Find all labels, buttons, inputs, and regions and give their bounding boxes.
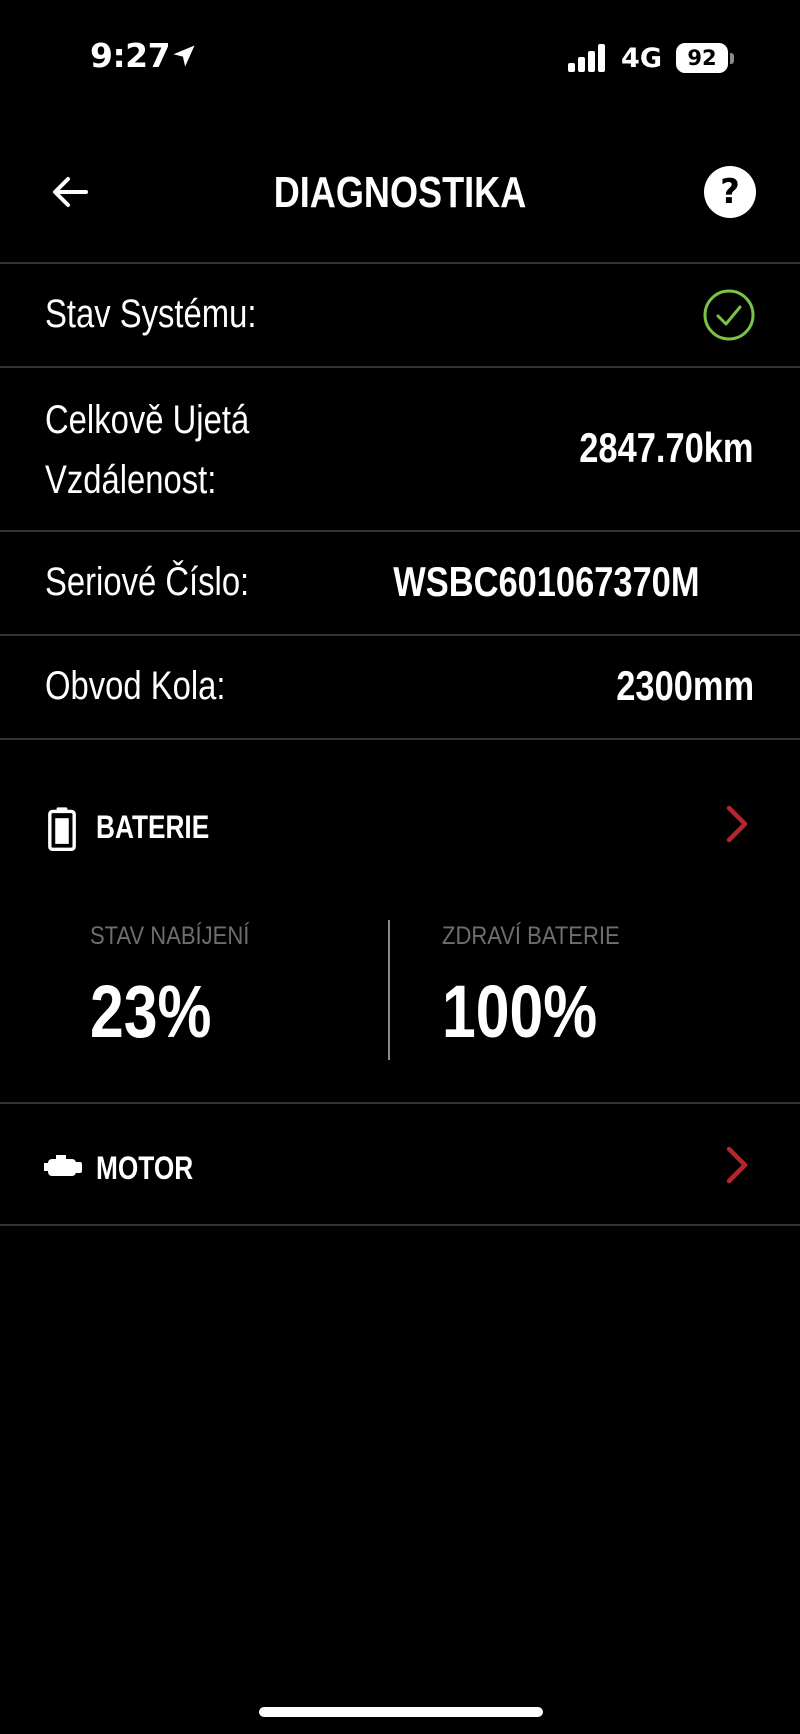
help-button[interactable]: ? — [704, 166, 756, 218]
motor-icon — [44, 1155, 82, 1176]
serial-number-row: Seriové Číslo: WSBC601067370M — [0, 532, 800, 636]
charge-value: 23% — [90, 970, 212, 1053]
chevron-right-icon — [726, 1146, 748, 1184]
total-distance-label-line2: Vzdálenost: — [45, 458, 217, 502]
home-indicator[interactable] — [259, 1707, 543, 1717]
health-label: ZDRAVÍ BATERIE — [442, 922, 620, 950]
battery-section-title: BATERIE — [96, 809, 210, 845]
page-title: DIAGNOSTIKA — [273, 168, 527, 217]
total-distance-value: 2847.70km — [579, 424, 754, 471]
header: DIAGNOSTIKA ? — [0, 130, 800, 264]
total-distance-row: Celkově Ujetá Vzdálenost: 2847.70km — [0, 368, 800, 532]
status-time: 9:27 — [90, 36, 171, 75]
motor-section-header[interactable]: MOTOR — [0, 1122, 800, 1212]
battery-status-icon: 92 — [676, 43, 734, 73]
health-stat: ZDRAVÍ BATERIE 100% — [442, 922, 644, 1054]
stat-divider — [388, 920, 390, 1060]
serial-number-value: WSBC601067370M — [393, 558, 700, 605]
signal-strength-icon — [568, 44, 606, 72]
location-arrow-icon — [173, 45, 195, 67]
health-value: 100% — [442, 970, 598, 1053]
system-status-row: Stav Systému: — [0, 264, 800, 368]
charge-stat: STAV NABÍJENÍ 23% — [90, 922, 271, 1054]
battery-cap — [730, 52, 734, 64]
check-circle-icon — [703, 289, 755, 341]
battery-percent: 92 — [676, 43, 728, 73]
status-bar: 9:27 4G 92 — [0, 0, 800, 120]
section-divider-bottom — [0, 1224, 800, 1226]
wheel-circumference-value: 2300mm — [616, 662, 754, 709]
question-circle-icon: ? — [720, 172, 740, 212]
battery-section-header[interactable]: BATERIE — [0, 780, 800, 870]
section-divider — [0, 1102, 800, 1104]
network-type: 4G — [621, 42, 662, 74]
wheel-circumference-label: Obvod Kola: — [45, 664, 226, 708]
total-distance-label-line1: Celkově Ujetá — [45, 398, 250, 442]
wheel-circumference-row: Obvod Kola: 2300mm — [0, 636, 800, 740]
chevron-right-icon — [726, 805, 748, 843]
motor-section-title: MOTOR — [96, 1150, 194, 1186]
charge-label: STAV NABÍJENÍ — [90, 922, 250, 950]
status-indicators: 4G 92 — [567, 40, 734, 76]
serial-number-label: Seriové Číslo: — [45, 560, 250, 604]
system-status-label: Stav Systému: — [45, 292, 257, 336]
battery-icon — [48, 807, 76, 851]
